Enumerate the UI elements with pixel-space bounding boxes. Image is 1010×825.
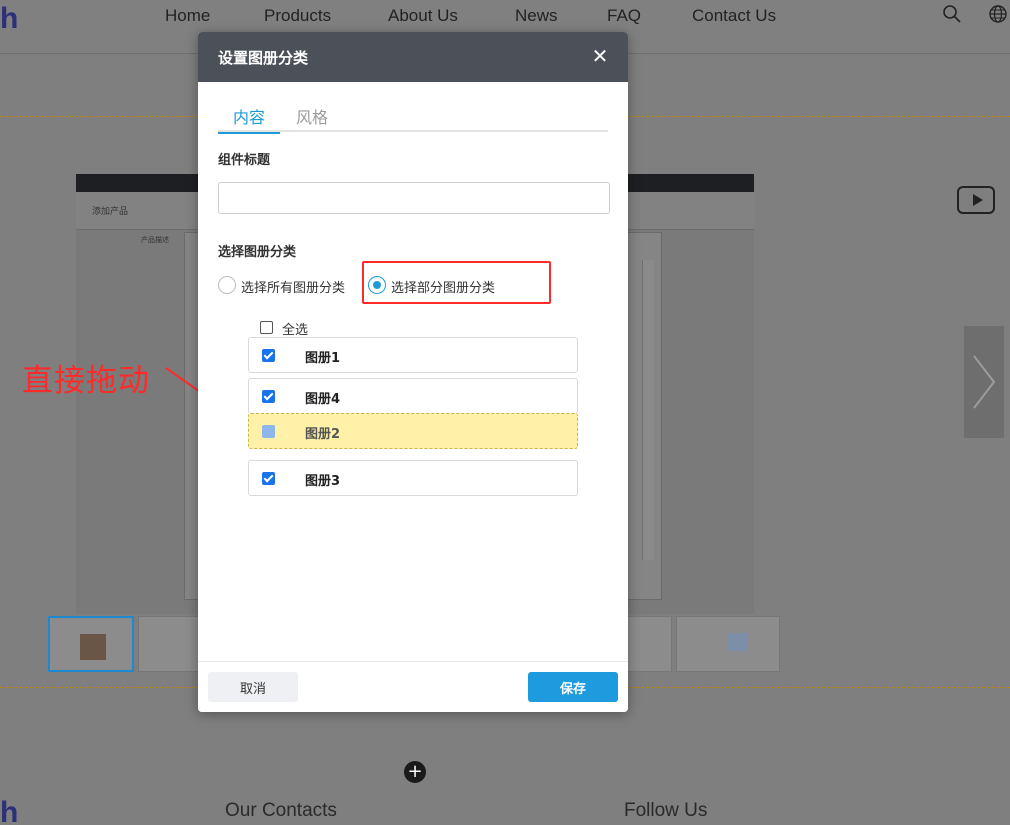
highlight-box [362, 261, 551, 304]
thumbnail[interactable] [48, 616, 134, 672]
radio-all-categories[interactable]: 选择所有图册分类 [218, 276, 368, 298]
tab-style[interactable]: 风格 [296, 104, 328, 132]
thumbnail[interactable] [676, 616, 780, 672]
album-item[interactable]: 图册4 [248, 378, 578, 414]
save-button[interactable]: 保存 [528, 672, 618, 702]
album-name: 图册3 [305, 474, 341, 489]
nav-about-us[interactable]: About Us [388, 6, 458, 26]
dialog-title: 设置图册分类 [218, 49, 309, 67]
footer-contacts-heading: Our Contacts [225, 800, 337, 821]
gallery-scrollbar [642, 260, 654, 560]
nav-products[interactable]: Products [264, 6, 331, 26]
tab-content[interactable]: 内容 [218, 104, 280, 134]
album-checkbox[interactable] [262, 349, 275, 362]
add-section-icon[interactable]: + [404, 761, 426, 783]
annotation-text: 直接拖动 [22, 363, 150, 399]
gallery-panel-label: 产品描述 [141, 236, 169, 244]
nav-home[interactable]: Home [165, 6, 210, 26]
album-category-dialog: 设置图册分类 ✕ 内容 风格 组件标题 选择图册分类 选择所有图册分类 选择部分… [198, 32, 628, 712]
dialog-tabs: 内容 风格 [218, 104, 608, 134]
globe-icon[interactable] [988, 4, 1008, 24]
chevron-right-icon [973, 355, 996, 409]
footer-follow-heading: Follow Us [624, 800, 708, 821]
radio-all-label: 选择所有图册分类 [241, 281, 346, 296]
album-item[interactable]: 图册1 [248, 337, 578, 373]
album-item-dragging[interactable]: 图册2 [248, 413, 578, 449]
nav-contact-us[interactable]: Contact Us [692, 6, 776, 26]
gallery-next-button[interactable] [964, 326, 1004, 438]
play-icon[interactable] [957, 186, 995, 214]
radio-button[interactable] [218, 276, 236, 294]
select-all-label: 全选 [282, 323, 309, 338]
dialog-header: 设置图册分类 ✕ [198, 32, 628, 82]
album-name: 图册1 [305, 351, 341, 366]
album-name: 图册2 [305, 427, 341, 442]
album-checkbox[interactable] [262, 425, 275, 438]
site-logo[interactable]: h [0, 2, 18, 36]
dialog-footer: 取消 保存 [198, 661, 628, 712]
category-section-label: 选择图册分类 [218, 245, 297, 260]
component-title-label: 组件标题 [218, 153, 271, 168]
close-icon[interactable]: ✕ [590, 46, 610, 66]
nav-faq[interactable]: FAQ [607, 6, 641, 26]
album-checkbox[interactable] [262, 390, 275, 403]
album-name: 图册4 [305, 392, 341, 407]
cancel-button[interactable]: 取消 [208, 672, 298, 702]
footer-logo: h [0, 796, 19, 825]
album-item[interactable]: 图册3 [248, 460, 578, 496]
thumbnail-image [727, 633, 747, 651]
thumbnail-image [80, 634, 106, 660]
search-icon[interactable] [942, 4, 962, 24]
nav-news[interactable]: News [515, 6, 558, 26]
gallery-strip-label: 添加产品 [92, 207, 129, 217]
checkbox[interactable] [260, 321, 273, 334]
component-title-input[interactable] [218, 182, 610, 214]
album-checkbox[interactable] [262, 472, 275, 485]
